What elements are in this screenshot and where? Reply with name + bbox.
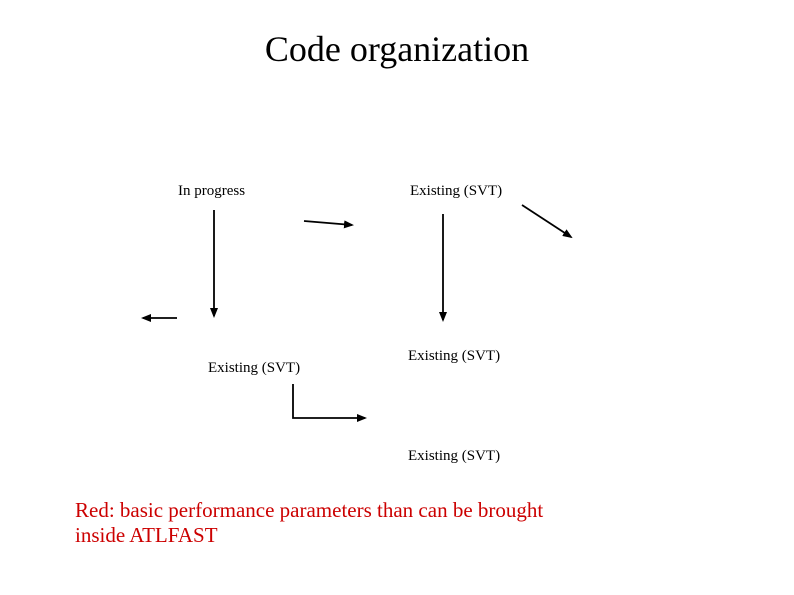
diagram-title: Code organization <box>0 28 794 70</box>
label-existing-svt-top: Existing (SVT) <box>410 183 502 200</box>
label-in-progress: In progress <box>178 183 245 200</box>
arrow-in-progress-to-existing <box>304 221 352 225</box>
arrow-existing-top-diagonal <box>522 205 571 237</box>
arrow-elbow-bottom <box>293 384 365 418</box>
footer-note: Red: basic performance parameters than c… <box>75 498 575 548</box>
label-existing-svt-left: Existing (SVT) <box>208 360 300 377</box>
label-existing-svt-bottom: Existing (SVT) <box>408 448 500 465</box>
label-existing-svt-right: Existing (SVT) <box>408 348 500 365</box>
